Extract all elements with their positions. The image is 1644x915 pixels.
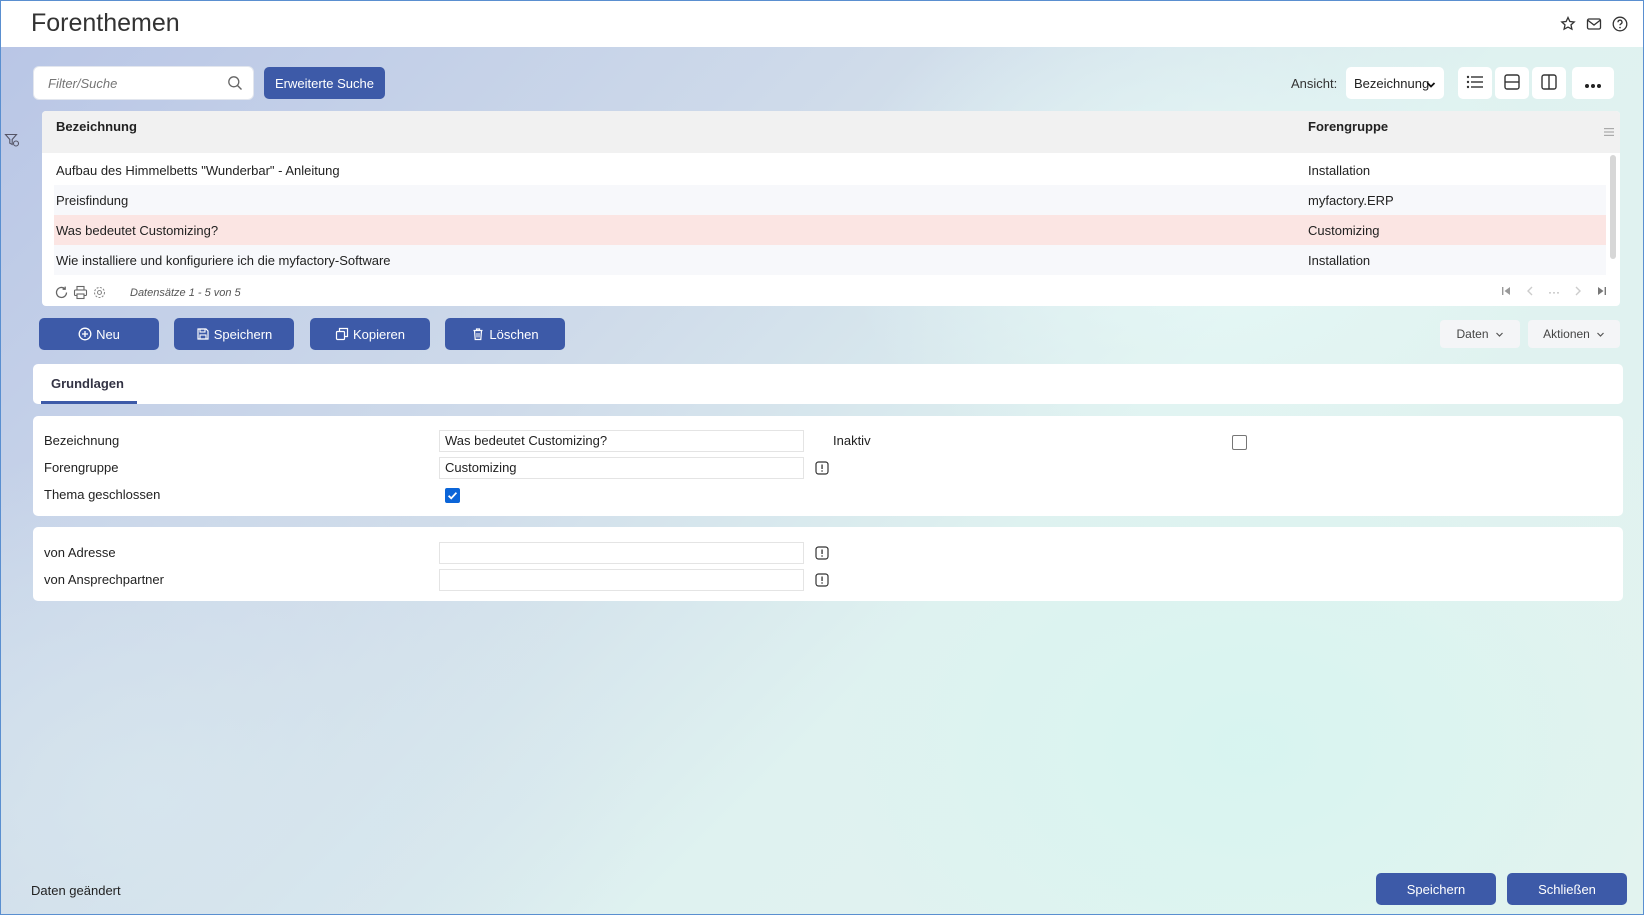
extended-search-button[interactable]: Erweiterte Suche — [264, 67, 385, 99]
settings-icon[interactable] — [92, 285, 107, 300]
footer-save-button[interactable]: Speichern — [1376, 873, 1496, 905]
tab-bar: Grundlagen — [33, 364, 1623, 404]
grid-footer-icons — [54, 285, 107, 300]
copy-icon — [335, 327, 349, 341]
list-icon — [1466, 74, 1484, 93]
bezeichnung-field[interactable]: Was bedeutet Customizing? — [439, 430, 804, 452]
forengruppe-label: Forengruppe — [44, 460, 119, 475]
thema-geschlossen-label: Thema geschlossen — [44, 487, 161, 502]
star-icon[interactable] — [1559, 15, 1577, 33]
cell-forengruppe: Installation — [1308, 253, 1371, 268]
column-menu-icon[interactable] — [1602, 125, 1616, 139]
data-grid: Bezeichnung Forengruppe Aufbau des Himme… — [42, 111, 1620, 306]
cell-bezeichnung: Preisfindung — [56, 193, 129, 208]
inaktiv-label: Inaktiv — [833, 433, 871, 448]
previous-page-icon[interactable] — [1524, 285, 1536, 300]
save-icon — [197, 328, 209, 340]
cell-bezeichnung: Was bedeutet Customizing? — [56, 223, 219, 238]
pager-ellipsis[interactable]: ··· — [1548, 285, 1560, 300]
list-view-button[interactable] — [1458, 67, 1492, 99]
next-page-icon[interactable] — [1572, 285, 1584, 300]
delete-button[interactable]: Löschen — [445, 318, 565, 350]
cell-bezeichnung: Wie installiere und konfiguriere ich die… — [56, 253, 391, 268]
delete-button-label: Löschen — [489, 326, 539, 342]
search-icon[interactable] — [227, 75, 243, 91]
chevron-down-icon — [1426, 78, 1436, 93]
view-select[interactable]: Bezeichnung — [1346, 67, 1444, 99]
thema-geschlossen-checkbox[interactable] — [445, 488, 460, 503]
table-row-selected[interactable]: Was bedeutet Customizing? Customizing — [54, 215, 1606, 245]
chevron-down-icon — [1495, 332, 1503, 337]
table-row[interactable]: Aufbau des Himmelbetts "Wunderbar" - Anl… — [54, 155, 1606, 185]
refresh-icon[interactable] — [54, 285, 69, 300]
page-title: Forenthemen — [31, 9, 180, 37]
lookup-icon[interactable] — [815, 573, 829, 587]
lookup-icon[interactable] — [815, 461, 829, 475]
column-header-forengruppe[interactable]: Forengruppe — [1308, 119, 1388, 134]
mail-icon[interactable] — [1585, 15, 1603, 33]
table-row[interactable]: Preisfindung myfactory.ERP — [54, 185, 1606, 215]
search-box[interactable] — [34, 67, 253, 99]
form-section-contact: von Adresse von Ansprechpartner — [33, 527, 1623, 601]
lookup-icon[interactable] — [815, 546, 829, 560]
trash-icon — [473, 328, 483, 341]
cell-bezeichnung: Aufbau des Himmelbetts "Wunderbar" - Anl… — [56, 163, 340, 178]
title-icons — [1559, 15, 1629, 33]
save-button[interactable]: Speichern — [174, 318, 294, 350]
von-ansprechpartner-label: von Ansprechpartner — [44, 572, 164, 587]
actions-menu-button[interactable]: Aktionen — [1528, 320, 1620, 348]
grid-footer: Datensätze 1 - 5 von 5 ··· — [42, 281, 1620, 306]
split-vertical-button[interactable] — [1532, 67, 1566, 99]
print-icon[interactable] — [73, 285, 88, 300]
save-button-label: Speichern — [213, 326, 273, 342]
von-ansprechpartner-field[interactable] — [439, 569, 804, 591]
column-header-bezeichnung[interactable]: Bezeichnung — [56, 119, 137, 134]
copy-button[interactable]: Kopieren — [310, 318, 430, 350]
status-text: Daten geändert — [31, 883, 121, 898]
help-icon[interactable] — [1611, 15, 1629, 33]
checkmark-icon — [447, 492, 458, 500]
cell-forengruppe: myfactory.ERP — [1308, 193, 1394, 208]
data-menu-label: Daten — [1456, 327, 1489, 341]
more-horizontal-icon — [1584, 73, 1602, 94]
view-select-value: Bezeichnung — [1354, 75, 1430, 91]
pager: ··· — [1500, 285, 1608, 300]
title-bar: Forenthemen — [1, 1, 1643, 47]
inaktiv-checkbox[interactable] — [1232, 435, 1247, 450]
split-horizontal-button[interactable] — [1495, 67, 1529, 99]
data-menu-button[interactable]: Daten — [1440, 320, 1520, 348]
cell-forengruppe: Installation — [1308, 163, 1371, 178]
search-input[interactable] — [46, 75, 225, 92]
active-tab-indicator — [41, 401, 137, 404]
grid-scrollbar[interactable] — [1610, 155, 1616, 259]
copy-button-label: Kopieren — [352, 326, 406, 342]
bezeichnung-label: Bezeichnung — [44, 433, 120, 448]
more-options-button[interactable] — [1572, 67, 1614, 99]
new-button[interactable]: Neu — [39, 318, 159, 350]
actions-menu-label: Aktionen — [1543, 327, 1590, 341]
view-label: Ansicht: — [1291, 76, 1338, 91]
tab-grundlagen[interactable]: Grundlagen — [51, 376, 124, 391]
split-horizontal-icon — [1503, 73, 1521, 94]
chevron-down-icon — [1596, 332, 1604, 337]
table-row[interactable]: Wie installiere und konfiguriere ich die… — [54, 245, 1606, 275]
von-adresse-field[interactable] — [439, 542, 804, 564]
new-button-label: Neu — [96, 326, 120, 342]
cell-forengruppe: Customizing — [1308, 223, 1380, 238]
von-adresse-label: von Adresse — [44, 545, 116, 560]
split-vertical-icon — [1540, 73, 1558, 94]
close-button[interactable]: Schließen — [1507, 873, 1627, 905]
plus-circle-icon — [78, 327, 92, 341]
grid-header: Bezeichnung Forengruppe — [42, 111, 1620, 153]
filter-settings-icon[interactable] — [4, 132, 20, 148]
record-count: Datensätze 1 - 5 von 5 — [130, 287, 241, 299]
first-page-icon[interactable] — [1500, 285, 1512, 300]
forengruppe-field[interactable]: Customizing — [439, 457, 804, 479]
form-section-main: Bezeichnung Was bedeutet Customizing? In… — [33, 416, 1623, 516]
last-page-icon[interactable] — [1596, 285, 1608, 300]
